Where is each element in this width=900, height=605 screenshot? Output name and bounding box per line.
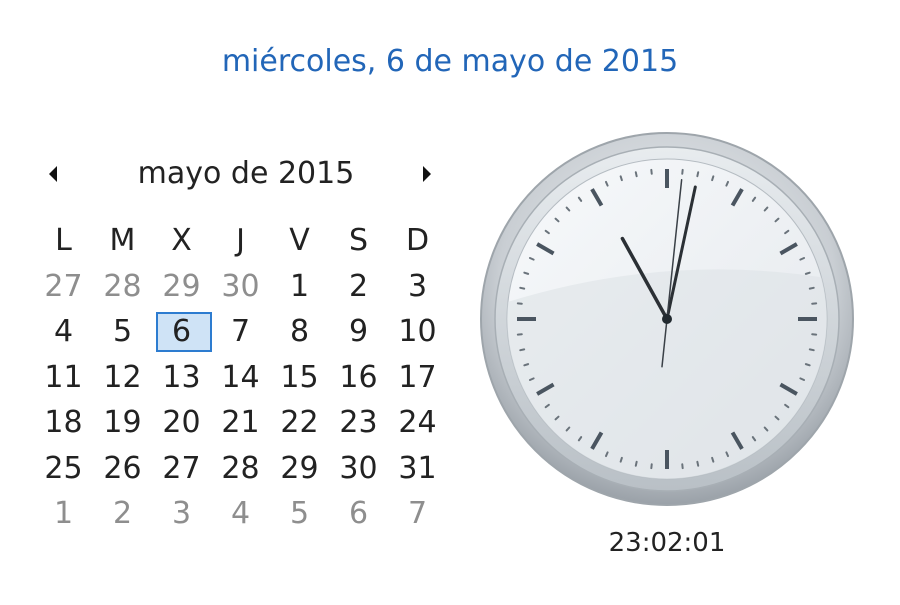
weekday-header: J (236, 223, 245, 258)
calendar-day[interactable]: 7 (388, 491, 447, 537)
calendar-day[interactable]: 7 (211, 309, 270, 355)
minute-marker (634, 460, 638, 467)
calendar-day[interactable]: 1 (34, 491, 93, 537)
calendar-day[interactable]: 1 (270, 264, 329, 310)
calendar-day[interactable]: 28 (93, 264, 152, 310)
calendar-day[interactable]: 6 (329, 491, 388, 537)
minute-marker (523, 363, 530, 367)
minute-marker (711, 456, 715, 463)
minute-marker (711, 175, 715, 182)
calendar-day[interactable]: 23 (329, 400, 388, 446)
minute-marker (523, 271, 530, 275)
calendar-day[interactable]: 11 (34, 355, 93, 401)
calendar-day[interactable]: 29 (152, 264, 211, 310)
calendar-day[interactable]: 12 (93, 355, 152, 401)
calendar-day[interactable]: 10 (388, 309, 447, 355)
minute-marker (808, 286, 815, 290)
calendar-grid: L M X J V S D 27 28 29 30 1 2 3 4 5 6 7 8 9 10 11 12 13 14 15 16 17… (34, 218, 447, 537)
triangle-right-icon (423, 166, 431, 182)
calendar-day[interactable]: 5 (270, 491, 329, 537)
calendar-day[interactable]: 31 (388, 446, 447, 492)
calendar-day[interactable]: 3 (152, 491, 211, 537)
month-year-label[interactable]: mayo de 2015 (86, 156, 406, 191)
analog-clock (480, 132, 854, 506)
calendar-day[interactable]: 14 (211, 355, 270, 401)
clock-center-pin (662, 314, 672, 324)
calendar-day[interactable]: 27 (34, 264, 93, 310)
long-date-link[interactable]: miércoles, 6 de mayo de 2015 (0, 44, 900, 79)
weekday-header: S (348, 223, 369, 258)
calendar-day[interactable]: 13 (152, 355, 211, 401)
calendar-day[interactable]: 29 (270, 446, 329, 492)
calendar-day[interactable]: 19 (93, 400, 152, 446)
weekday-header: L (55, 223, 72, 258)
minute-marker (619, 456, 623, 463)
weekday-header: X (171, 223, 192, 258)
calendar-day[interactable]: 22 (270, 400, 329, 446)
minute-marker (519, 348, 526, 352)
next-month-button[interactable] (412, 152, 442, 196)
minute-marker (804, 271, 811, 275)
digital-time: 23:02:01 (608, 528, 726, 558)
calendar-day[interactable]: 9 (329, 309, 388, 355)
calendar-day[interactable]: 4 (34, 309, 93, 355)
calendar-day[interactable]: 2 (93, 491, 152, 537)
calendar-day[interactable]: 8 (270, 309, 329, 355)
minute-marker (519, 286, 526, 290)
minute-marker (619, 175, 623, 182)
calendar-day[interactable]: 20 (152, 400, 211, 446)
calendar-day[interactable]: 18 (34, 400, 93, 446)
calendar-day[interactable]: 16 (329, 355, 388, 401)
calendar-day[interactable]: 30 (329, 446, 388, 492)
calendar-header: mayo de 2015 (36, 152, 456, 196)
calendar-day[interactable]: 2 (329, 264, 388, 310)
weekday-header: V (289, 223, 310, 258)
calendar-day[interactable]: 25 (34, 446, 93, 492)
calendar-day[interactable]: 17 (388, 355, 447, 401)
calendar-day[interactable]: 4 (211, 491, 270, 537)
previous-month-button[interactable] (38, 152, 68, 196)
minute-marker (696, 171, 700, 178)
triangle-left-icon (49, 166, 57, 182)
calendar-day[interactable]: 24 (388, 400, 447, 446)
weekday-header: M (109, 223, 136, 258)
minute-marker (634, 171, 638, 178)
weekday-header: D (405, 223, 430, 258)
calendar-day[interactable]: 27 (152, 446, 211, 492)
minute-marker (804, 363, 811, 367)
calendar-day[interactable]: 15 (270, 355, 329, 401)
minute-marker (696, 460, 700, 467)
calendar-day[interactable]: 28 (211, 446, 270, 492)
calendar-day[interactable]: 3 (388, 264, 447, 310)
minute-marker (808, 348, 815, 352)
calendar-day[interactable]: 21 (211, 400, 270, 446)
calendar-day-today[interactable]: 6 (152, 309, 212, 355)
calendar-day[interactable]: 5 (93, 309, 152, 355)
calendar-day[interactable]: 26 (93, 446, 152, 492)
calendar-day[interactable]: 30 (211, 264, 270, 310)
